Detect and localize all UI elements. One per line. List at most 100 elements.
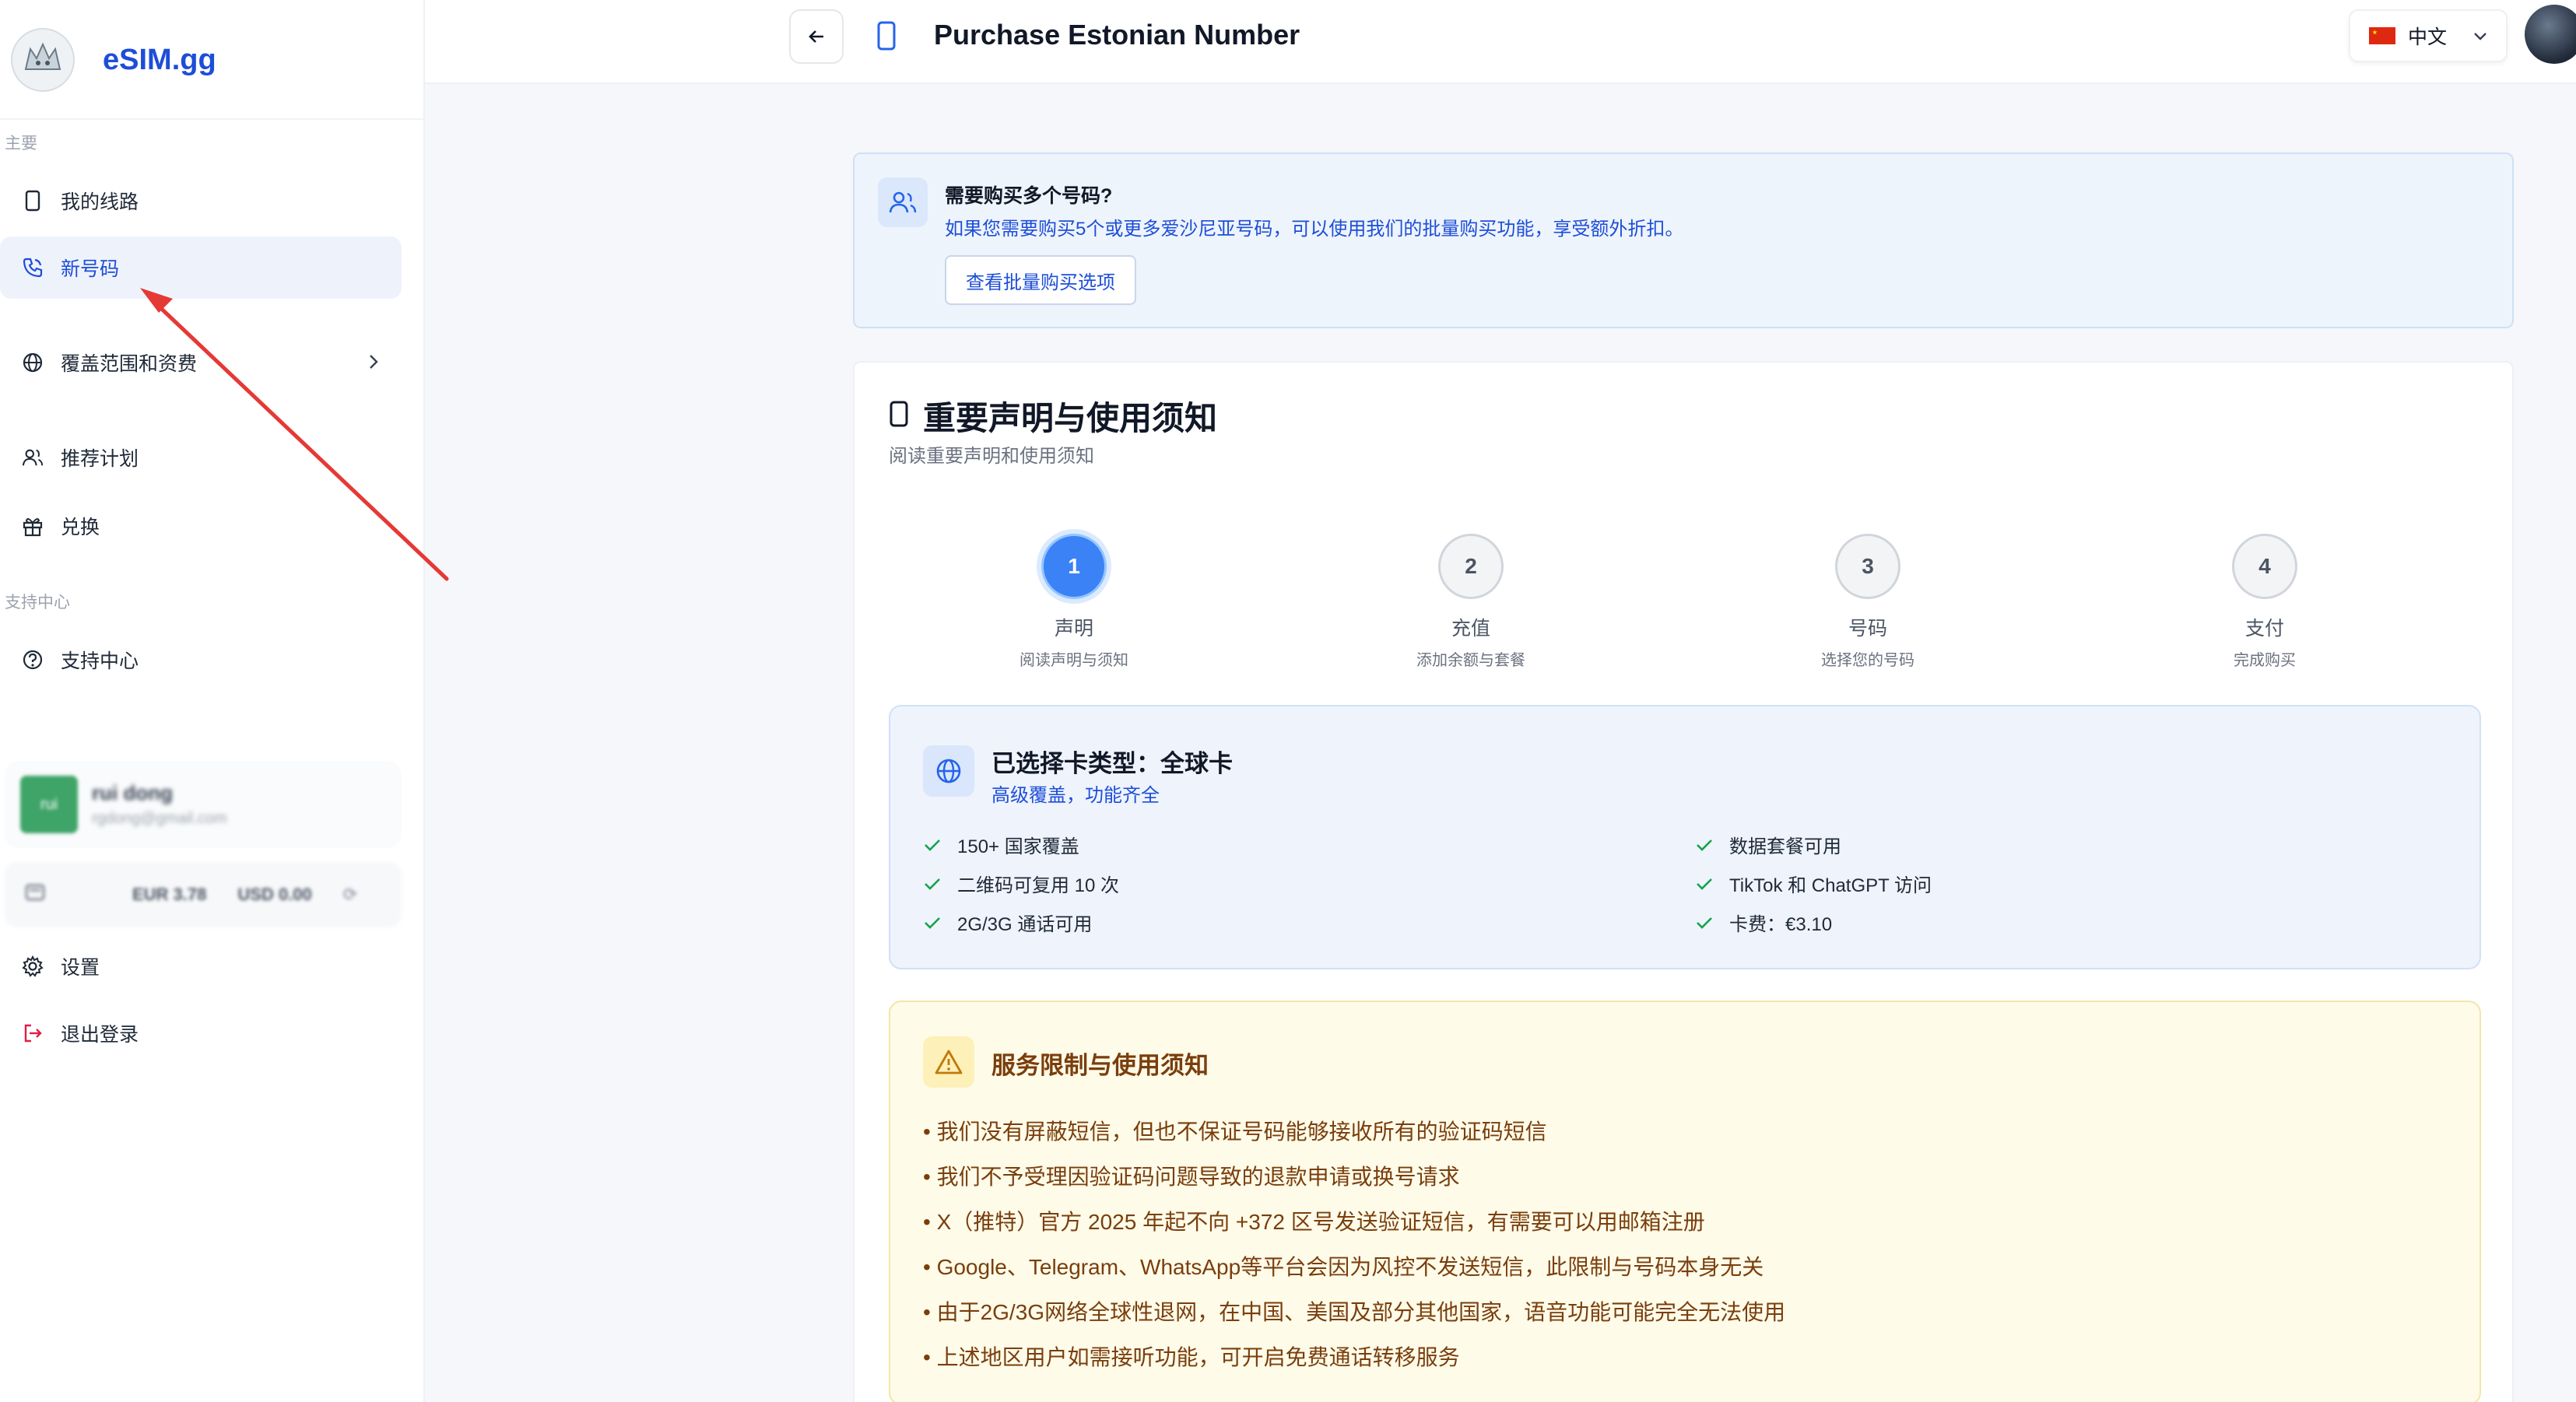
step-sub: 阅读声明与须知 <box>1020 652 1128 669</box>
globe-icon <box>22 352 44 373</box>
balance-usd: USD 0.00 <box>237 885 312 904</box>
check-icon <box>923 915 942 931</box>
sidebar-item-label: 我的线路 <box>61 191 139 213</box>
step-number: 1 <box>1041 534 1107 599</box>
card-title: 重要声明与使用须知 <box>923 400 1218 436</box>
step-number: 2 <box>1438 534 1504 599</box>
balance-eur: EUR 3.78 <box>132 885 207 904</box>
phone-call-icon <box>22 257 44 279</box>
check-icon <box>1695 915 1714 931</box>
language-label: 中文 <box>2408 26 2448 48</box>
feature-item: 数据套餐可用 <box>1695 831 1841 858</box>
step-number: 3 <box>1835 534 1900 599</box>
check-icon <box>923 876 942 892</box>
sidebar-item-referral[interactable]: 推荐计划 <box>0 426 402 489</box>
chevron-down-icon <box>2472 28 2489 51</box>
avatar: rui <box>20 776 78 833</box>
step-label: 充值 <box>1451 618 1490 640</box>
warning-icon <box>923 1036 974 1088</box>
list-item: • X（推特）官方 2025 年起不向 +372 区号发送验证短信，有需要可以用… <box>923 1210 1705 1234</box>
bulk-description: 如果您需要购买5个或更多爱沙尼亚号码，可以使用我们的批量购买功能，享受额外折扣。 <box>945 219 1684 240</box>
feature-item: TikTok 和 ChatGPT 访问 <box>1695 870 1932 897</box>
feature-label: 卡费：€3.10 <box>1729 914 1833 935</box>
sim-title: 已选择卡类型：全球卡 <box>991 750 1233 777</box>
sidebar-item-settings[interactable]: 设置 <box>0 935 402 997</box>
china-flag-icon <box>2369 27 2395 44</box>
check-icon <box>1695 876 1714 892</box>
sidebar-item-new-number[interactable]: 新号码 <box>0 237 402 299</box>
feature-label: 数据套餐可用 <box>1729 836 1841 857</box>
page-title: Purchase Estonian Number <box>934 19 1300 51</box>
chevron-right-icon <box>367 352 380 377</box>
feature-item: 2G/3G 通话可用 <box>923 909 1092 936</box>
wallet-icon <box>23 881 47 909</box>
users-icon <box>878 177 928 227</box>
sidebar-item-redeem[interactable]: 兑换 <box>0 495 402 557</box>
user-email: rgdong@gmail.com <box>92 810 227 827</box>
step-sub: 添加余额与套餐 <box>1416 652 1525 669</box>
sidebar-item-label: 支持中心 <box>61 650 139 672</box>
step-number: 4 <box>2232 534 2297 599</box>
feature-label: 150+ 国家覆盖 <box>957 836 1079 857</box>
check-icon <box>1695 837 1714 853</box>
feature-item: 150+ 国家覆盖 <box>923 831 1079 858</box>
step-3[interactable]: 3 号码 选择您的号码 <box>1751 534 1985 670</box>
feature-label: TikTok 和 ChatGPT 访问 <box>1729 875 1932 896</box>
selected-sim-panel: 已选择卡类型：全球卡 高级覆盖，功能齐全 150+ 国家覆盖 二维码可复用 10… <box>889 705 2481 969</box>
list-item: • 由于2G/3G网络全球性退网，在中国、美国及部分其他国家，语音功能可能完全无… <box>923 1300 1786 1324</box>
sidebar-item-coverage[interactable]: 覆盖范围和资费 <box>0 331 402 394</box>
list-item: • 我们没有屏蔽短信，但也不保证号码能够接收所有的验证码短信 <box>923 1120 1547 1144</box>
step-sub: 完成购买 <box>2234 652 2296 669</box>
feature-label: 二维码可复用 10 次 <box>957 875 1120 896</box>
arrow-left-icon <box>809 30 823 43</box>
notice-title: 服务限制与使用须知 <box>991 1052 1209 1079</box>
sidebar-item-logout[interactable]: 退出登录 <box>0 1002 402 1064</box>
sim-subtitle: 高级覆盖，功能齐全 <box>991 785 1160 806</box>
feature-item: 卡费：€3.10 <box>1695 909 1832 936</box>
sidebar: eSIM.gg 主要 我的线路 新号码 覆盖范围和资费 推荐计划 兑换 支持中心… <box>0 0 425 1402</box>
divider <box>0 118 425 120</box>
section-label-support: 支持中心 <box>5 594 70 612</box>
list-item: • 我们不予受理因验证码问题导致的退款申请或换号请求 <box>923 1165 1460 1189</box>
step-2[interactable]: 2 充值 添加余额与套餐 <box>1354 534 1588 670</box>
gift-icon <box>22 515 44 537</box>
step-label: 号码 <box>1848 618 1887 640</box>
step-4[interactable]: 4 支付 完成购买 <box>2148 534 2381 670</box>
help-circle-icon <box>22 649 44 671</box>
user-card[interactable]: rui rui dong rgdong@gmail.com <box>5 761 402 848</box>
phone-device-icon <box>22 190 44 212</box>
service-limits-panel: 服务限制与使用须知 • 我们没有屏蔽短信，但也不保证号码能够接收所有的验证码短信… <box>889 1001 2481 1402</box>
user-name: rui dong <box>92 781 173 804</box>
brand[interactable]: eSIM.gg <box>11 17 216 103</box>
language-selector[interactable]: 中文 <box>2349 9 2508 62</box>
logout-icon <box>22 1022 44 1044</box>
step-1[interactable]: 1 声明 阅读声明与须知 <box>957 534 1191 670</box>
list-item: • 上述地区用户如需接听功能，可开启免费通话转移服务 <box>923 1345 1460 1369</box>
refresh-icon[interactable]: ⟳ <box>343 885 357 905</box>
bulk-title: 需要购买多个号码? <box>945 185 1113 207</box>
top-header: Purchase Estonian Number 中文 <box>425 0 2576 84</box>
back-button[interactable] <box>789 9 844 64</box>
section-label-main: 主要 <box>5 135 37 152</box>
check-icon <box>923 837 942 853</box>
phone-device-icon <box>875 20 898 55</box>
sidebar-item-label: 推荐计划 <box>61 448 139 470</box>
phone-device-icon <box>889 400 909 432</box>
sidebar-item-label: 覆盖范围和资费 <box>61 353 198 375</box>
step-label: 支付 <box>2244 618 2284 640</box>
feature-label: 2G/3G 通话可用 <box>957 914 1093 935</box>
sidebar-item-my-lines[interactable]: 我的线路 <box>0 170 402 232</box>
brand-logo-icon <box>11 28 75 92</box>
sidebar-item-support[interactable]: 支持中心 <box>0 629 402 691</box>
user-meta: rui dong rgdong@gmail.com <box>92 781 227 828</box>
sidebar-item-label: 兑换 <box>61 517 100 538</box>
view-bulk-options-button[interactable]: 查看批量购买选项 <box>945 255 1136 305</box>
globe-icon <box>923 745 974 797</box>
notice-list: • 我们没有屏蔽短信，但也不保证号码能够接收所有的验证码短信 • 我们不予受理因… <box>923 1108 1785 1379</box>
balance-card[interactable]: EUR 3.78 USD 0.00 ⟳ <box>5 862 402 927</box>
step-label: 声明 <box>1054 618 1093 640</box>
avatar[interactable] <box>2525 5 2576 64</box>
feature-item: 二维码可复用 10 次 <box>923 870 1119 897</box>
notice-card: 重要声明与使用须知 阅读重要声明和使用须知 1 声明 阅读声明与须知 2 充值 … <box>853 361 2514 1402</box>
users-icon <box>22 447 44 468</box>
